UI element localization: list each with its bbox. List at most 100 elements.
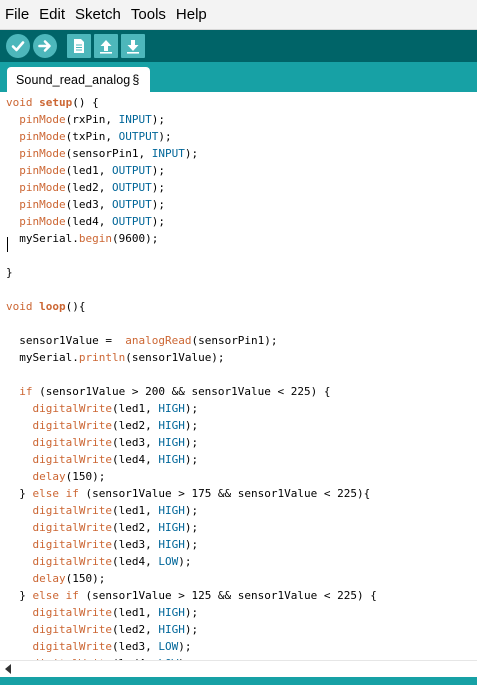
menu-file[interactable]: File bbox=[0, 0, 34, 30]
code-line[interactable]: digitalWrite(led1, HIGH); bbox=[6, 502, 199, 519]
tab-modified-mark: § bbox=[132, 72, 140, 87]
code-token: ); bbox=[184, 606, 199, 619]
code-line[interactable]: digitalWrite(led1, HIGH); bbox=[6, 400, 199, 417]
code-token: (rxPin, bbox=[65, 113, 119, 126]
code-line[interactable]: digitalWrite(led3, HIGH); bbox=[6, 536, 199, 553]
arrow-right-icon bbox=[38, 40, 51, 52]
code-line[interactable]: mySerial.println(sensor1Value); bbox=[6, 349, 225, 366]
code-line[interactable]: digitalWrite(led2, HIGH); bbox=[6, 519, 199, 536]
code-token: void bbox=[6, 300, 40, 313]
code-line[interactable]: digitalWrite(led2, HIGH); bbox=[6, 621, 199, 638]
code-token: ); bbox=[184, 521, 199, 534]
code-line[interactable]: sensor1Value = analogRead(sensorPin1); bbox=[6, 332, 277, 349]
arrow-down-icon bbox=[127, 40, 139, 54]
code-token: digitalWrite bbox=[32, 623, 112, 636]
code-token: OUTPUT bbox=[111, 198, 152, 211]
code-token: (sensor1Value); bbox=[125, 351, 225, 364]
code-line[interactable]: pinMode(led3, OUTPUT); bbox=[6, 196, 165, 213]
check-icon bbox=[11, 41, 25, 52]
code-token: OUTPUT bbox=[111, 164, 152, 177]
code-token: HIGH bbox=[158, 606, 185, 619]
code-token: (led2, bbox=[111, 623, 159, 636]
code-token: digitalWrite bbox=[32, 606, 112, 619]
code-line[interactable]: pinMode(sensorPin1, INPUT); bbox=[6, 145, 198, 162]
scroll-left-arrow-icon[interactable] bbox=[5, 664, 11, 674]
code-token: (9600); bbox=[111, 232, 159, 245]
code-line[interactable]: delay(150); bbox=[6, 468, 106, 485]
code-token: ); bbox=[178, 640, 192, 653]
code-token: pinMode bbox=[19, 164, 66, 177]
code-token: (led3, bbox=[111, 436, 159, 449]
code-token: (150); bbox=[65, 470, 106, 483]
code-line[interactable]: delay(150); bbox=[6, 570, 106, 587]
menu-help[interactable]: Help bbox=[171, 0, 212, 30]
code-token: ); bbox=[178, 555, 192, 568]
code-token: ); bbox=[184, 504, 199, 517]
code-token: HIGH bbox=[158, 419, 185, 432]
code-token: if bbox=[19, 385, 33, 398]
code-line[interactable]: void loop(){ bbox=[6, 298, 86, 315]
verify-button[interactable] bbox=[6, 34, 30, 58]
code-token: HIGH bbox=[158, 402, 185, 415]
code-token: ); bbox=[151, 164, 165, 177]
code-token: digitalWrite bbox=[32, 521, 112, 534]
new-sketch-button[interactable] bbox=[67, 34, 91, 58]
code-token: } bbox=[6, 589, 33, 602]
code-editor[interactable]: void setup() { pinMode(rxPin, INPUT); pi… bbox=[0, 92, 477, 660]
code-token: (){ bbox=[65, 300, 86, 313]
code-token: digitalWrite bbox=[32, 419, 112, 432]
code-token: loop bbox=[39, 300, 66, 313]
save-button[interactable] bbox=[121, 34, 145, 58]
code-token: } bbox=[6, 266, 13, 279]
code-token: mySerial. bbox=[6, 351, 79, 364]
code-token: ); bbox=[184, 147, 199, 160]
code-token: (led2, bbox=[65, 181, 112, 194]
code-line[interactable]: } else if (sensor1Value > 125 && sensor1… bbox=[6, 587, 377, 604]
menu-sketch[interactable]: Sketch bbox=[70, 0, 126, 30]
code-line[interactable]: pinMode(txPin, OUTPUT); bbox=[6, 128, 171, 145]
tab-sound-read-analog[interactable]: Sound_read_analog § bbox=[7, 67, 150, 92]
code-line[interactable]: void setup() { bbox=[6, 94, 99, 111]
horizontal-scrollbar[interactable] bbox=[0, 660, 477, 677]
code-line[interactable]: pinMode(led4, OUTPUT); bbox=[6, 213, 165, 230]
code-token: digitalWrite bbox=[32, 402, 112, 415]
code-line[interactable]: digitalWrite(led4, HIGH); bbox=[6, 451, 199, 468]
code-token: ); bbox=[151, 198, 165, 211]
code-line[interactable]: pinMode(led1, OUTPUT); bbox=[6, 162, 165, 179]
code-token: HIGH bbox=[158, 538, 185, 551]
code-token: digitalWrite bbox=[32, 538, 112, 551]
code-token: (led3, bbox=[65, 198, 112, 211]
code-token: () { bbox=[72, 96, 99, 109]
code-line[interactable]: digitalWrite(led1, HIGH); bbox=[6, 604, 199, 621]
code-line[interactable]: pinMode(rxPin, INPUT); bbox=[6, 111, 165, 128]
code-token: ); bbox=[184, 623, 199, 636]
code-token: (led2, bbox=[111, 521, 159, 534]
code-line[interactable]: digitalWrite(led3, LOW); bbox=[6, 638, 192, 655]
menu-tools[interactable]: Tools bbox=[126, 0, 171, 30]
code-line[interactable]: if (sensor1Value > 200 && sensor1Value <… bbox=[6, 383, 330, 400]
code-line[interactable]: } else if (sensor1Value > 175 && sensor1… bbox=[6, 485, 370, 502]
code-token: delay bbox=[32, 470, 66, 483]
code-line[interactable]: digitalWrite(led3, HIGH); bbox=[6, 434, 199, 451]
code-token: mySerial. bbox=[6, 232, 79, 245]
open-button[interactable] bbox=[94, 34, 118, 58]
code-line[interactable]: mySerial.begin(9600); bbox=[6, 230, 158, 247]
menu-bar: File Edit Sketch Tools Help bbox=[0, 0, 477, 30]
code-token: (txPin, bbox=[65, 130, 119, 143]
menu-edit[interactable]: Edit bbox=[34, 0, 70, 30]
code-line[interactable]: digitalWrite(led4, LOW); bbox=[6, 553, 192, 570]
upload-button[interactable] bbox=[33, 34, 57, 58]
code-line[interactable]: pinMode(led2, OUTPUT); bbox=[6, 179, 165, 196]
code-token: OUTPUT bbox=[111, 215, 152, 228]
code-line[interactable]: } bbox=[6, 264, 13, 281]
code-line[interactable]: digitalWrite(led2, HIGH); bbox=[6, 417, 199, 434]
